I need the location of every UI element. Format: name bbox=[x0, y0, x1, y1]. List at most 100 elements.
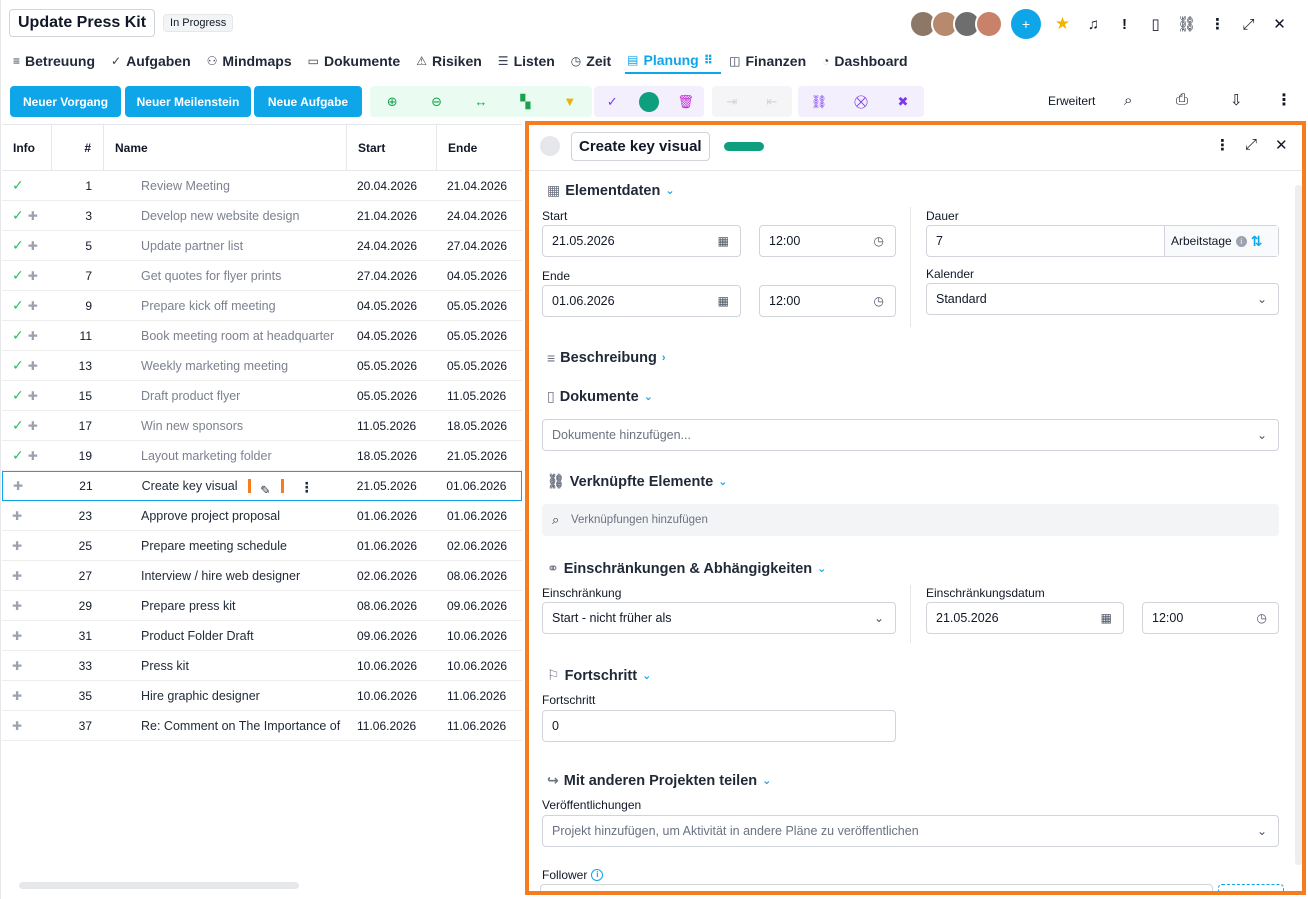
duration-field[interactable]: 7 Arbeitstage i ⇅ bbox=[926, 225, 1279, 257]
end-date-field[interactable]: 01.06.2026 ▦ bbox=[542, 285, 741, 317]
tab-planung[interactable]: ▤ Planung ⠿ bbox=[625, 48, 722, 74]
panel-title[interactable]: Create key visual bbox=[571, 132, 710, 161]
row-name[interactable]: Product Folder Draft bbox=[104, 629, 347, 643]
table-row[interactable]: ✚ 25 Prepare meeting schedule 01.06.2026 02.… bbox=[2, 531, 522, 561]
table-row[interactable]: ✓ ✚ 15 Draft product flyer 05.05.2026 11.05.2… bbox=[2, 381, 522, 411]
edit-icon[interactable]: ✎ bbox=[247, 479, 284, 493]
row-name[interactable]: Review Meeting bbox=[104, 179, 347, 193]
advanced-button[interactable]: Erweitert bbox=[1048, 94, 1095, 108]
col-name[interactable]: Name bbox=[104, 125, 347, 170]
row-name[interactable]: Develop new website design bbox=[104, 209, 347, 223]
outdent-icon[interactable]: ⇤ bbox=[758, 94, 786, 110]
table-row[interactable]: ✚ 31 Product Folder Draft 09.06.2026 10.06.2… bbox=[2, 621, 522, 651]
col-end[interactable]: Ende bbox=[437, 125, 522, 170]
row-name[interactable]: Get quotes for flyer prints bbox=[104, 269, 347, 283]
clock-icon[interactable]: ◷ bbox=[874, 294, 884, 308]
section-progress[interactable]: ⚐ Fortschritt ⌄ bbox=[547, 667, 651, 684]
row-name[interactable]: Approve project proposal bbox=[104, 509, 347, 523]
vertical-scrollbar[interactable] bbox=[1295, 185, 1302, 865]
section-constraints[interactable]: ⚭ Einschränkungen & Abhängigkeiten ⌄ bbox=[547, 560, 826, 577]
row-name[interactable]: Prepare press kit bbox=[104, 599, 347, 613]
table-row[interactable]: ✚ 29 Prepare press kit 08.06.2026 09.06.2026 bbox=[2, 591, 522, 621]
grid-dots-icon[interactable]: ⠿ bbox=[704, 53, 713, 67]
start-date-field[interactable]: 21.05.2026 ▦ bbox=[542, 225, 741, 257]
new-milestone-button[interactable]: Neuer Meilenstein bbox=[125, 86, 251, 117]
duration-unit[interactable]: Arbeitstage i ⇅ bbox=[1164, 226, 1278, 256]
pin-icon[interactable]: ✚ bbox=[12, 509, 22, 523]
section-share[interactable]: ↪ Mit anderen Projekten teilen ⌄ bbox=[547, 772, 771, 789]
clock-icon[interactable]: ◷ bbox=[1257, 611, 1267, 625]
pin-icon[interactable]: ✚ bbox=[12, 659, 22, 673]
links-input[interactable]: ⌕ Verknüpfungen hinzufügen bbox=[542, 504, 1279, 536]
col-num[interactable]: # bbox=[52, 125, 104, 170]
table-row[interactable]: ✓ 1 Review Meeting 20.04.2026 21.04.2026 bbox=[2, 171, 522, 201]
row-name[interactable]: Hire graphic designer bbox=[104, 689, 347, 703]
pin-icon[interactable]: ✚ bbox=[28, 239, 38, 253]
status-badge[interactable]: In Progress bbox=[163, 14, 234, 32]
row-name[interactable]: Prepare kick off meeting bbox=[104, 299, 347, 313]
pin-icon[interactable]: ✚ bbox=[12, 599, 22, 613]
more-vertical-icon[interactable]: ⋮ bbox=[1215, 136, 1230, 154]
tab-finanzen[interactable]: ◫ Finanzen bbox=[727, 48, 814, 74]
unlink-icon[interactable]: ⛒ bbox=[847, 94, 875, 110]
expand-icon[interactable]: ⤢ bbox=[1233, 9, 1264, 39]
follower-input[interactable] bbox=[540, 884, 1213, 891]
pin-icon[interactable]: ✚ bbox=[12, 539, 22, 553]
close-icon[interactable]: ✕ bbox=[1264, 9, 1295, 39]
table-row[interactable]: ✚ 23 Approve project proposal 01.06.2026 01.… bbox=[2, 501, 522, 531]
color-badge[interactable] bbox=[724, 142, 764, 151]
row-name[interactable]: Win new sponsors bbox=[104, 419, 347, 433]
print-icon[interactable]: ⎙ bbox=[1176, 91, 1188, 108]
calendar-icon[interactable]: ▦ bbox=[1101, 611, 1112, 625]
export-icon[interactable]: ⇩ bbox=[1230, 91, 1243, 109]
priority-icon[interactable]: ! bbox=[1109, 9, 1140, 39]
row-name[interactable]: Update partner list bbox=[104, 239, 347, 253]
section-documents[interactable]: ▯ Dokumente ⌄ bbox=[547, 388, 653, 405]
publications-select[interactable]: Projekt hinzufügen, um Aktivität in ande… bbox=[542, 815, 1279, 847]
more-vertical-icon[interactable]: ⋮ bbox=[300, 479, 314, 493]
document-icon[interactable]: ▯ bbox=[1140, 9, 1171, 39]
progress-input[interactable]: 0 bbox=[542, 710, 896, 742]
expand-icon[interactable]: ⤢ bbox=[1245, 136, 1257, 153]
fit-width-icon[interactable]: ↔ bbox=[467, 94, 495, 109]
pin-icon[interactable]: ✚ bbox=[28, 329, 38, 343]
member-avatars[interactable] bbox=[909, 10, 1003, 38]
table-row[interactable]: ✓ ✚ 11 Book meeting room at headquarter 04.0… bbox=[2, 321, 522, 351]
row-name[interactable]: Layout marketing folder bbox=[104, 449, 347, 463]
info-icon[interactable]: i bbox=[591, 869, 604, 881]
trash-icon[interactable]: 🗑 bbox=[672, 94, 700, 110]
info-icon[interactable]: i bbox=[1235, 235, 1247, 247]
row-name[interactable]: Re: Comment on The Importance of bbox=[104, 719, 347, 733]
documents-select[interactable]: Dokumente hinzufügen... ⌄ bbox=[542, 419, 1279, 451]
pin-icon[interactable]: ✚ bbox=[28, 449, 38, 463]
row-name[interactable]: Weekly marketing meeting bbox=[104, 359, 347, 373]
calendar-icon[interactable]: ▦ bbox=[718, 234, 729, 248]
calendar-select[interactable]: Standard ⌄ bbox=[926, 283, 1279, 315]
pin-icon[interactable]: ✚ bbox=[12, 569, 22, 583]
pin-icon[interactable]: ✚ bbox=[28, 299, 38, 313]
pin-icon[interactable]: ✚ bbox=[28, 419, 38, 433]
indent-icon[interactable]: ⇥ bbox=[718, 94, 746, 110]
table-row[interactable]: ✓ ✚ 9 Prepare kick off meeting 04.05.2026 05.… bbox=[2, 291, 522, 321]
tab-dokumente[interactable]: ▭ Dokumente bbox=[306, 48, 409, 74]
tab-dashboard[interactable]: ◔ Dashboard bbox=[820, 48, 915, 74]
zoom-in-icon[interactable]: ⊕ bbox=[378, 94, 406, 110]
table-row[interactable]: ✓ ✚ 5 Update partner list 24.04.2026 27.04.20… bbox=[2, 231, 522, 261]
link-icon[interactable]: ⛓ bbox=[805, 94, 833, 110]
tab-mindmaps[interactable]: ⚇ Mindmaps bbox=[205, 48, 300, 74]
table-row[interactable]: ✓ ✚ 17 Win new sponsors 11.05.2026 18.05.2026 bbox=[2, 411, 522, 441]
end-time-field[interactable]: 12:00 ◷ bbox=[759, 285, 896, 317]
table-row[interactable]: ✓ ✚ 19 Layout marketing folder 18.05.2026 21.… bbox=[2, 441, 522, 471]
new-process-button[interactable]: Neuer Vorgang bbox=[10, 86, 121, 117]
calendar-icon[interactable]: ▦ bbox=[718, 294, 729, 308]
unpin-icon[interactable]: ✖ bbox=[889, 94, 917, 110]
row-name[interactable]: Draft product flyer bbox=[104, 389, 347, 403]
pin-icon[interactable]: ✚ bbox=[13, 479, 23, 493]
pin-icon[interactable]: ✚ bbox=[12, 719, 22, 733]
row-name[interactable]: Interview / hire web designer bbox=[104, 569, 347, 583]
table-row[interactable]: ✚ 27 Interview / hire web designer 02.06.20… bbox=[2, 561, 522, 591]
star-icon[interactable]: ★ bbox=[1047, 9, 1078, 39]
project-title[interactable]: Update Press Kit bbox=[9, 9, 156, 37]
constraint-time-field[interactable]: 12:00 ◷ bbox=[1142, 602, 1279, 634]
tab-risiken[interactable]: ⚠ Risiken bbox=[414, 48, 490, 74]
